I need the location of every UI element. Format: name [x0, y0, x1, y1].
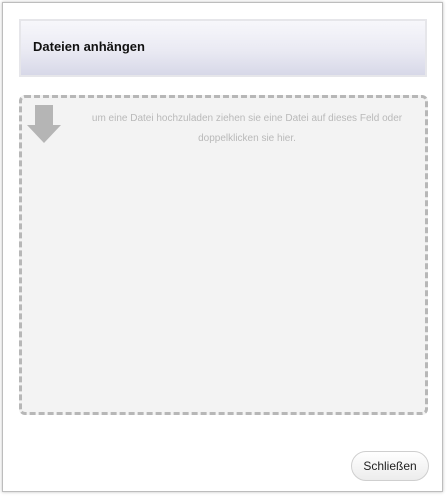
close-button[interactable]: Schließen	[351, 451, 429, 481]
down-arrow-icon	[27, 105, 61, 143]
attach-files-dialog: Dateien anhängen um eine Datei hochzulad…	[2, 2, 443, 492]
file-drop-zone[interactable]: um eine Datei hochzuladen ziehen sie ein…	[19, 95, 428, 415]
drop-zone-hint: um eine Datei hochzuladen ziehen sie ein…	[91, 113, 403, 144]
dialog-title: Dateien anhängen	[33, 39, 145, 54]
dialog-header: Dateien anhängen	[19, 19, 427, 77]
